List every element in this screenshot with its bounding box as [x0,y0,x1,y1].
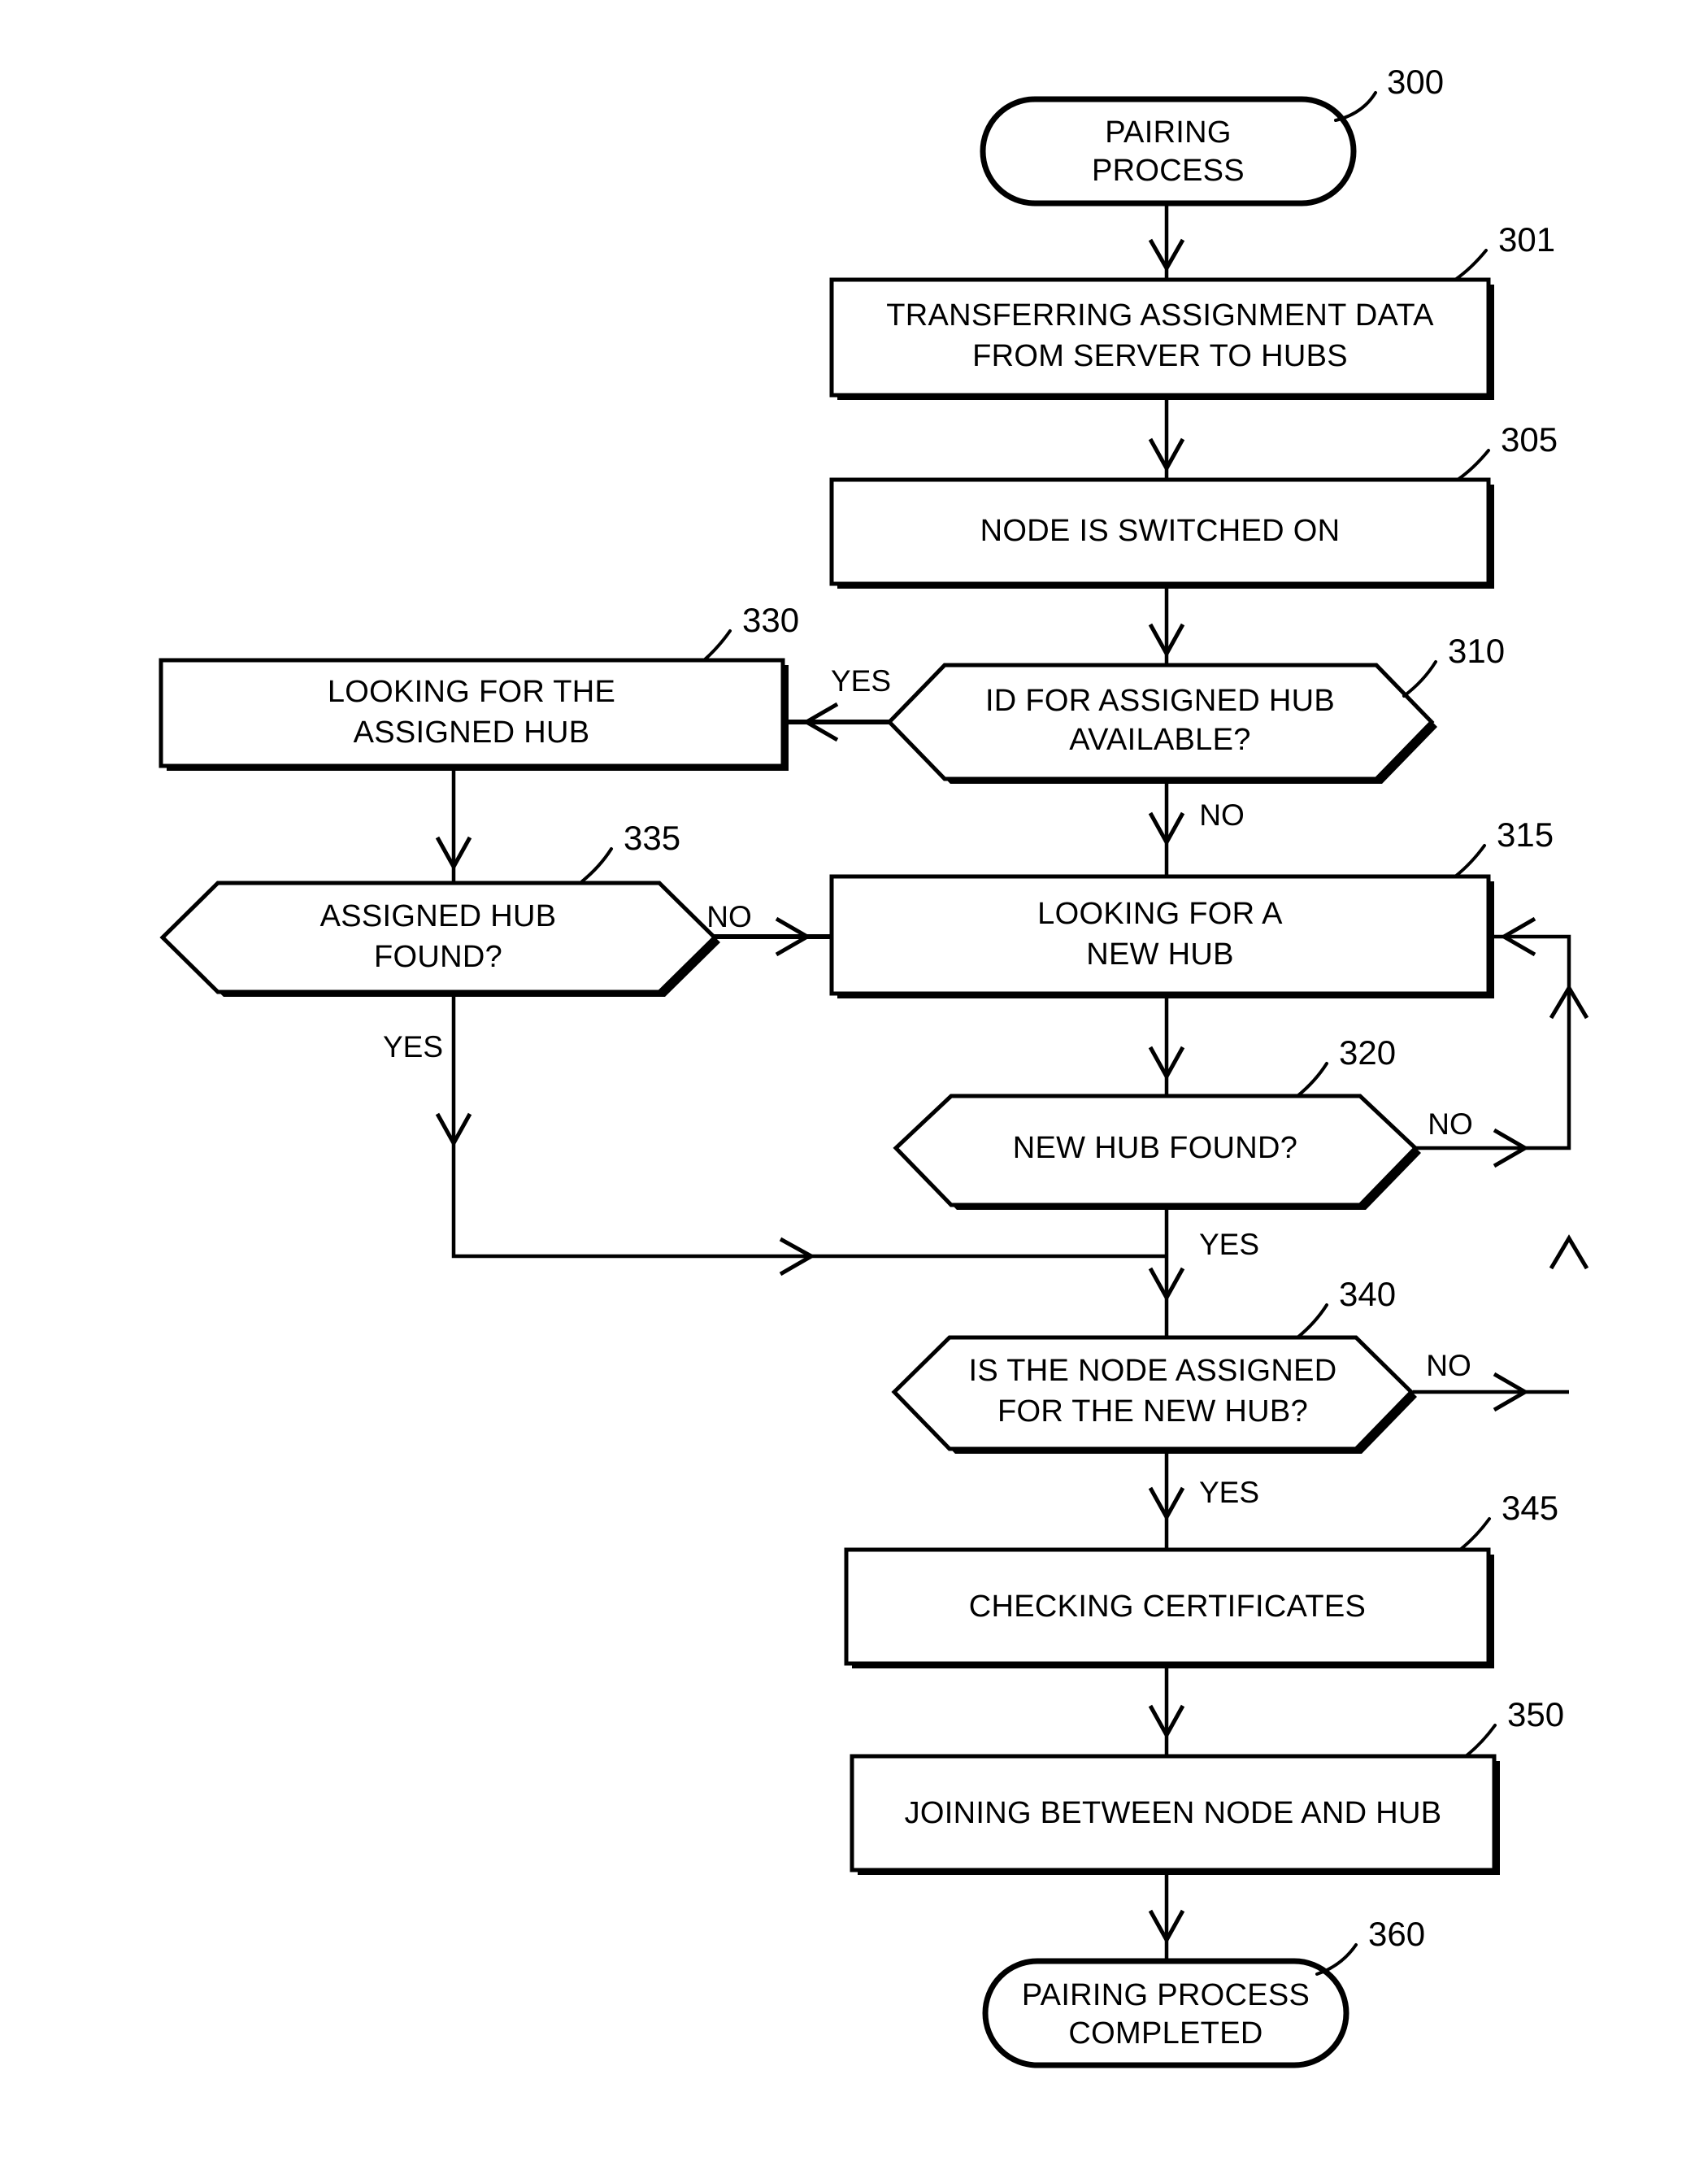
node-301-line1: TRANSFERRING ASSIGNMENT DATA [886,298,1434,333]
ref-number-305: 305 [1501,420,1558,459]
node-joining-between-node-and-hub[interactable]: JOINING BETWEEN NODE AND HUB [850,1754,1500,1875]
node-345-line1: CHECKING CERTIFICATES [969,1590,1366,1624]
ref-number-315: 315 [1497,815,1554,854]
node-is-the-node-assigned-for-the-new-hub[interactable]: IS THE NODE ASSIGNED FOR THE NEW HUB? [891,1335,1417,1454]
edge-label-340-yes: YES [1199,1476,1259,1509]
reference-callout-305: 305 [1456,420,1558,481]
edge-label-320-no: NO [1428,1107,1473,1141]
node-360-line2: COMPLETED [1068,2016,1263,2051]
ref-number-350: 350 [1507,1695,1564,1733]
ref-number-320: 320 [1339,1033,1396,1072]
ref-number-310: 310 [1448,632,1505,670]
edge-label-310-no: NO [1199,798,1245,832]
ref-number-360: 360 [1368,1915,1425,1953]
connector-300-to-301 [1148,203,1185,280]
node-320-line1: NEW HUB FOUND? [1013,1131,1297,1165]
node-transferring-assignment-data[interactable]: TRANSFERRING ASSIGNMENT DATA FROM SERVER… [829,277,1494,400]
reference-callout-320: 320 [1296,1033,1396,1098]
reference-callout-335: 335 [580,819,680,883]
node-pairing-process-start[interactable]: PAIRING PROCESS [980,96,1357,207]
node-305-line1: NODE IS SWITCHED ON [980,514,1341,548]
node-315-line2: NEW HUB [1086,937,1234,972]
connector-340-no-loop [1413,1234,1589,1412]
edge-label-310-yes: YES [831,664,891,698]
node-looking-for-a-new-hub[interactable]: LOOKING FOR A NEW HUB [829,874,1494,998]
flowchart-canvas: PAIRING PROCESS TRANSFERRING ASSIGNMENT … [0,0,1708,2179]
edge-label-335-no: NO [706,900,752,933]
node-360-line1: PAIRING PROCESS [1022,1978,1310,2012]
node-checking-certificates[interactable]: CHECKING CERTIFICATES [844,1547,1494,1668]
node-300-line2: PROCESS [1092,154,1245,188]
node-looking-for-the-assigned-hub[interactable]: LOOKING FOR THE ASSIGNED HUB [159,658,789,771]
reference-callout-340: 340 [1296,1275,1396,1339]
node-301-line2: FROM SERVER TO HUBS [972,339,1348,373]
node-310-line1: ID FOR ASSIGNED HUB [985,684,1335,718]
connector-350-to-360 [1148,1870,1185,1961]
ref-number-330: 330 [742,601,799,639]
node-335-line2: FOUND? [374,940,502,974]
node-310-line2: AVAILABLE? [1069,723,1250,757]
ref-number-335: 335 [624,819,680,857]
reference-callout-350: 350 [1464,1695,1564,1758]
ref-number-301: 301 [1498,220,1555,259]
connector-315-to-320 [1148,998,1185,1096]
reference-callout-330: 330 [702,601,799,662]
reference-callout-310: 310 [1402,632,1505,698]
ref-number-300: 300 [1387,63,1444,101]
reference-callout-300: 300 [1334,63,1444,122]
node-assigned-hub-found[interactable]: ASSIGNED HUB FOUND? [159,881,720,997]
node-340-line1: IS THE NODE ASSIGNED [969,1354,1337,1388]
node-node-is-switched-on[interactable]: NODE IS SWITCHED ON [829,477,1494,589]
connector-345-to-350 [1148,1667,1185,1756]
connector-310-no-to-315 [1148,779,1185,876]
node-new-hub-found[interactable]: NEW HUB FOUND? [893,1094,1421,1210]
connector-301-to-305 [1148,398,1185,480]
connector-340-yes-to-345 [1148,1449,1185,1550]
reference-callout-345: 345 [1458,1489,1558,1551]
node-350-line1: JOINING BETWEEN NODE AND HUB [905,1796,1442,1830]
connector-320-yes-to-340 [1148,1205,1185,1337]
edge-label-320-yes: YES [1199,1228,1259,1261]
node-300-line1: PAIRING [1105,115,1232,150]
connector-330-to-335 [435,771,472,883]
node-340-line2: FOR THE NEW HUB? [997,1394,1308,1429]
node-335-line1: ASSIGNED HUB [320,899,557,933]
reference-callout-360: 360 [1315,1915,1425,1976]
node-315-line1: LOOKING FOR A [1037,897,1283,931]
ref-number-340: 340 [1339,1275,1396,1313]
edge-label-340-no: NO [1426,1349,1471,1382]
connector-305-to-310 [1148,584,1185,665]
reference-callout-315: 315 [1454,815,1554,878]
node-330-line1: LOOKING FOR THE [328,675,615,709]
node-pairing-process-completed[interactable]: PAIRING PROCESS COMPLETED [982,1958,1349,2068]
ref-number-345: 345 [1502,1489,1558,1527]
node-id-for-assigned-hub-available[interactable]: ID FOR ASSIGNED HUB AVAILABLE? [886,663,1437,784]
edge-label-335-yes: YES [383,1030,443,1063]
reference-callout-301: 301 [1454,220,1555,281]
node-330-line2: ASSIGNED HUB [354,715,590,750]
